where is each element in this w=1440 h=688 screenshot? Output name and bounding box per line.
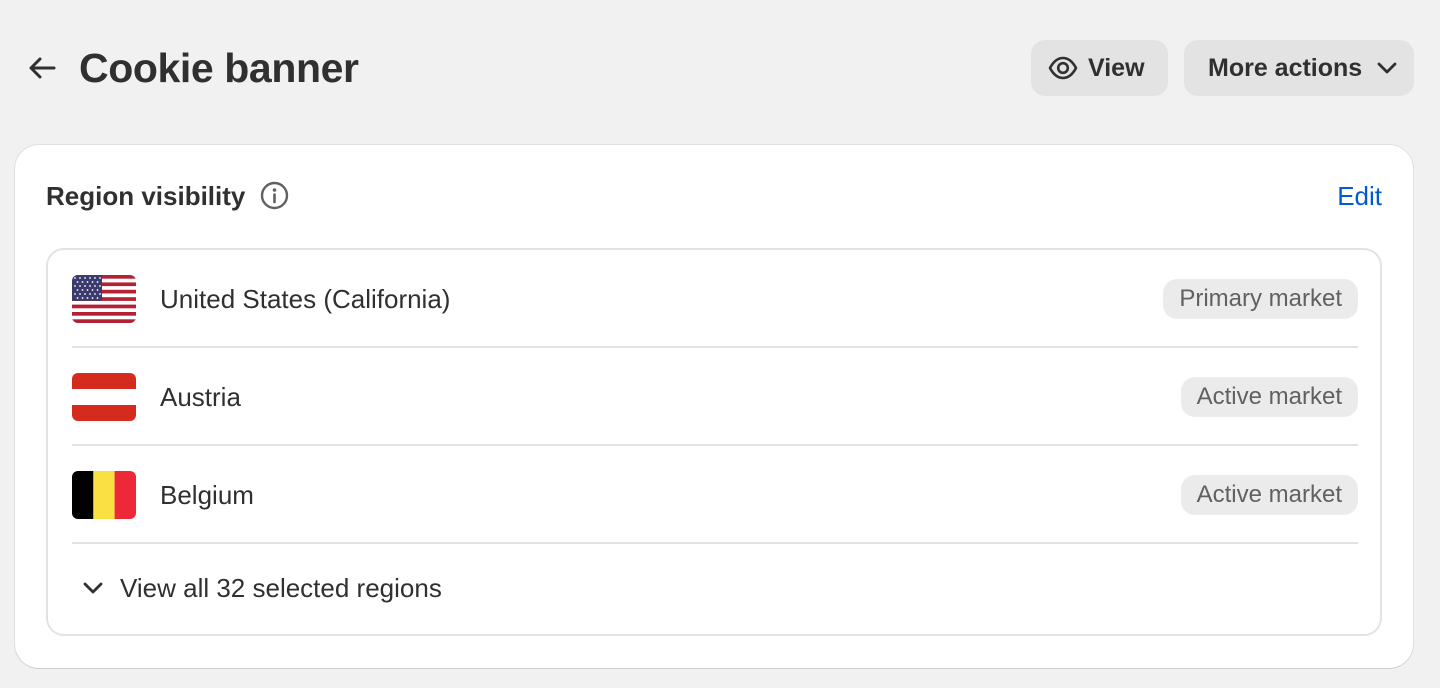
eye-icon [1048, 56, 1078, 80]
belgium-flag-icon [72, 471, 136, 519]
list-item: United States (California) Primary marke… [72, 250, 1358, 348]
more-actions-button[interactable]: More actions [1184, 40, 1414, 96]
chevron-down-icon [1376, 61, 1398, 75]
view-button-label: View [1088, 53, 1145, 82]
view-all-regions-button[interactable]: View all 32 selected regions [80, 564, 442, 612]
austria-flag-icon [72, 373, 136, 421]
card-title: Region visibility [46, 181, 246, 211]
region-name: United States (California) [160, 283, 451, 314]
arrow-left-icon [29, 57, 56, 79]
divider [72, 542, 1358, 544]
status-badge: Active market [1180, 475, 1358, 515]
page-header: Cookie banner View More actions [0, 0, 1440, 136]
status-badge: Active market [1180, 377, 1358, 417]
back-button[interactable] [20, 48, 64, 88]
view-button[interactable]: View [1031, 40, 1168, 96]
more-actions-label: More actions [1208, 53, 1363, 82]
edit-link[interactable]: Edit [1337, 178, 1382, 214]
region-name: Austria [160, 381, 241, 412]
chevron-down-icon [80, 581, 106, 595]
region-list: United States (California) Primary marke… [46, 248, 1382, 636]
region-visibility-card: Region visibility Edit United States (Ca… [15, 145, 1413, 668]
page-title: Cookie banner [79, 45, 359, 91]
info-icon[interactable] [259, 180, 290, 211]
region-name: Belgium [160, 479, 254, 510]
us-flag-icon [72, 275, 136, 323]
list-item: Austria Active market [72, 348, 1358, 446]
list-item: Belgium Active market [72, 446, 1358, 544]
page: Cookie banner View More actions Region v… [0, 0, 1440, 688]
status-badge: Primary market [1163, 279, 1358, 319]
view-all-label: View all 32 selected regions [120, 572, 442, 603]
